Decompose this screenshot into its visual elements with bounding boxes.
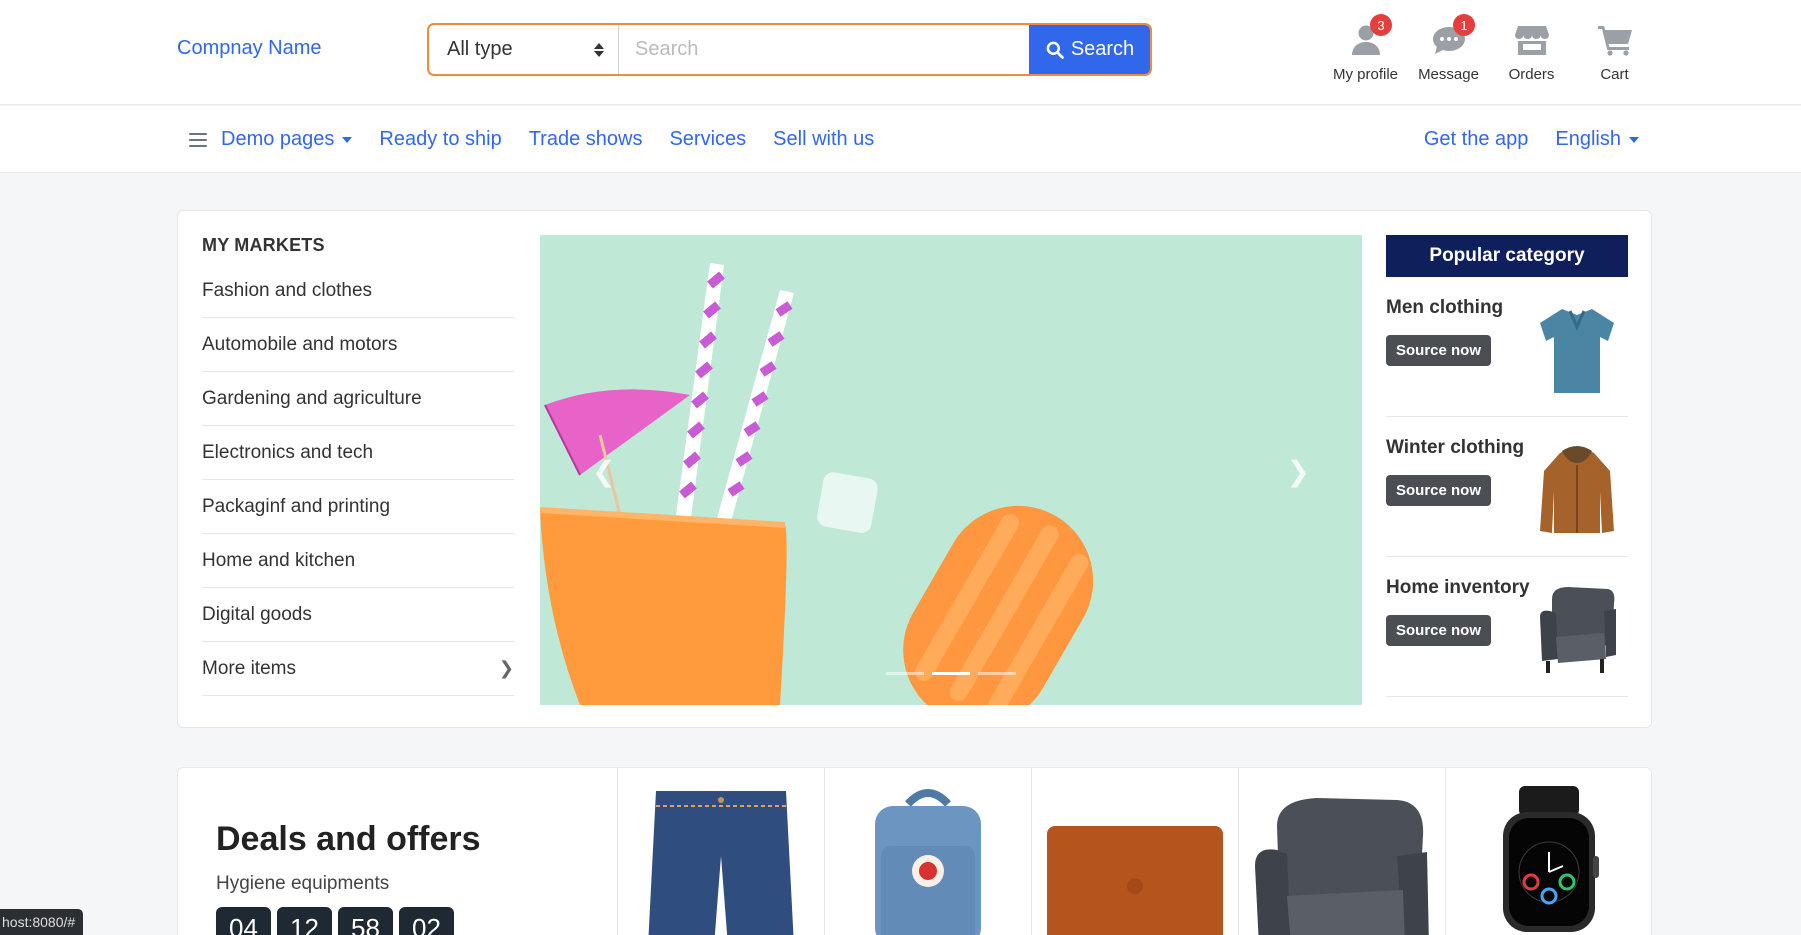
deals-title: Deals and offers bbox=[216, 820, 481, 858]
market-item[interactable]: Fashion and clothes bbox=[202, 264, 514, 318]
widget-orders[interactable]: Orders bbox=[1490, 22, 1573, 83]
carousel-indicator[interactable] bbox=[978, 672, 1016, 675]
message-badge: 1 bbox=[1453, 14, 1475, 36]
widget-cart[interactable]: Cart bbox=[1573, 22, 1656, 83]
carousel-indicators bbox=[886, 672, 1016, 675]
carousel-prev-icon[interactable]: ❮ bbox=[592, 455, 615, 488]
search-input[interactable] bbox=[619, 25, 1029, 74]
jeans-shorts-image bbox=[648, 791, 794, 935]
main-nav: Demo pages Ready to ship Trade shows Ser… bbox=[0, 106, 1801, 173]
market-item[interactable]: Automobile and motors bbox=[202, 318, 514, 372]
source-now-button[interactable]: Source now bbox=[1386, 615, 1492, 646]
hero-carousel: ❮ ❯ bbox=[540, 235, 1362, 705]
market-item[interactable]: Packaginf and printing bbox=[202, 480, 514, 534]
markets-sidebar: MY MARKETS Fashion and clothes Automobil… bbox=[202, 235, 514, 696]
popular-item-title: Home inventory bbox=[1386, 577, 1530, 598]
popular-item-title: Winter clothing bbox=[1386, 437, 1525, 458]
cart-icon bbox=[1597, 26, 1632, 56]
deal-item-armchair[interactable] bbox=[1238, 768, 1445, 935]
countdown-timer: 04 12 58 02 bbox=[216, 907, 481, 935]
carousel-indicator-active[interactable] bbox=[932, 672, 970, 675]
armchair-image bbox=[1540, 587, 1616, 673]
timer-hours: 12 bbox=[277, 907, 332, 935]
profile-badge: 3 bbox=[1370, 14, 1392, 36]
popular-item-men-clothing: Men clothing Source now bbox=[1386, 277, 1628, 417]
widget-label: Orders bbox=[1508, 66, 1555, 83]
hero-section: MY MARKETS Fashion and clothes Automobil… bbox=[177, 210, 1652, 728]
header: Compnay Name All type Search 3 My profil… bbox=[0, 0, 1801, 105]
chevron-down-icon bbox=[342, 136, 353, 143]
nav-right: Get the app English bbox=[1397, 106, 1639, 173]
carousel-slide-image bbox=[540, 235, 1362, 705]
market-item[interactable]: Digital goods bbox=[202, 588, 514, 642]
header-widgets: 3 My profile 1 Message Orders Cart bbox=[1324, 14, 1656, 83]
smartwatch-image bbox=[1503, 786, 1599, 932]
popular-category: Popular category Men clothing Source now… bbox=[1386, 235, 1628, 697]
deal-item-backpack[interactable] bbox=[824, 768, 1031, 935]
market-item[interactable]: Electronics and tech bbox=[202, 426, 514, 480]
deals-section: Deals and offers Hygiene equipments 04 1… bbox=[177, 767, 1652, 935]
deal-item-jeans[interactable] bbox=[617, 768, 824, 935]
type-select[interactable]: All type bbox=[429, 25, 619, 74]
polo-shirt-image bbox=[1540, 309, 1614, 393]
store-icon bbox=[1514, 26, 1549, 55]
nav-left: Demo pages Ready to ship Trade shows Ser… bbox=[189, 106, 901, 173]
widget-message[interactable]: 1 Message bbox=[1407, 14, 1490, 83]
deals-intro: Deals and offers Hygiene equipments 04 1… bbox=[216, 820, 481, 935]
deal-item-smartwatch[interactable] bbox=[1445, 768, 1651, 935]
chevron-down-icon bbox=[1629, 136, 1639, 143]
popular-heading: Popular category bbox=[1386, 235, 1628, 277]
deals-products bbox=[617, 768, 1651, 935]
nav-ready-to-ship[interactable]: Ready to ship bbox=[379, 128, 501, 151]
carousel-indicator[interactable] bbox=[886, 672, 924, 675]
nav-services[interactable]: Services bbox=[669, 128, 746, 151]
timer-minutes: 58 bbox=[338, 907, 393, 935]
armchair-image bbox=[1255, 798, 1429, 935]
search-icon bbox=[1046, 41, 1064, 59]
market-item[interactable]: Gardening and agriculture bbox=[202, 372, 514, 426]
chevron-right-icon: ❯ bbox=[498, 658, 514, 678]
widget-my-profile[interactable]: 3 My profile bbox=[1324, 14, 1407, 83]
widget-label: Cart bbox=[1600, 66, 1629, 83]
brand-logo-link[interactable]: Compnay Name bbox=[177, 37, 322, 60]
popular-item-title: Men clothing bbox=[1386, 297, 1504, 318]
source-now-button[interactable]: Source now bbox=[1386, 335, 1492, 366]
nav-get-the-app[interactable]: Get the app bbox=[1424, 128, 1529, 151]
type-select-value: All type bbox=[447, 38, 513, 60]
hamburger-menu-icon[interactable] bbox=[189, 132, 207, 147]
widget-label: My profile bbox=[1332, 66, 1399, 83]
deal-item-laptop-sleeve[interactable] bbox=[1031, 768, 1238, 935]
widget-label: Message bbox=[1418, 66, 1479, 83]
deals-subtitle: Hygiene equipments bbox=[216, 873, 390, 894]
leather-sleeve-image bbox=[1047, 826, 1223, 935]
market-item-more[interactable]: More items ❯ bbox=[202, 642, 514, 696]
markets-list: Fashion and clothes Automobile and motor… bbox=[202, 264, 514, 696]
winter-jacket-image bbox=[1540, 446, 1614, 533]
market-item[interactable]: Home and kitchen bbox=[202, 534, 514, 588]
nav-trade-shows[interactable]: Trade shows bbox=[529, 128, 643, 151]
nav-language[interactable]: English bbox=[1555, 128, 1639, 151]
carousel-next-icon[interactable]: ❯ bbox=[1287, 455, 1310, 488]
search-bar: All type Search bbox=[427, 23, 1152, 76]
popular-item-home-inventory: Home inventory Source now bbox=[1386, 557, 1628, 697]
status-bar-url: host:8080/# bbox=[0, 909, 84, 935]
popular-item-winter-clothing: Winter clothing Source now bbox=[1386, 417, 1628, 557]
nav-sell-with-us[interactable]: Sell with us bbox=[773, 128, 874, 151]
backpack-image bbox=[875, 789, 981, 935]
source-now-button[interactable]: Source now bbox=[1386, 475, 1492, 506]
nav-demo-pages[interactable]: Demo pages bbox=[221, 128, 353, 151]
timer-days: 04 bbox=[216, 907, 271, 935]
timer-seconds: 02 bbox=[399, 907, 454, 935]
search-button-label: Search bbox=[1070, 38, 1135, 60]
search-button[interactable]: Search bbox=[1029, 25, 1150, 74]
markets-heading: MY MARKETS bbox=[202, 235, 325, 255]
select-arrows-icon bbox=[594, 42, 604, 57]
